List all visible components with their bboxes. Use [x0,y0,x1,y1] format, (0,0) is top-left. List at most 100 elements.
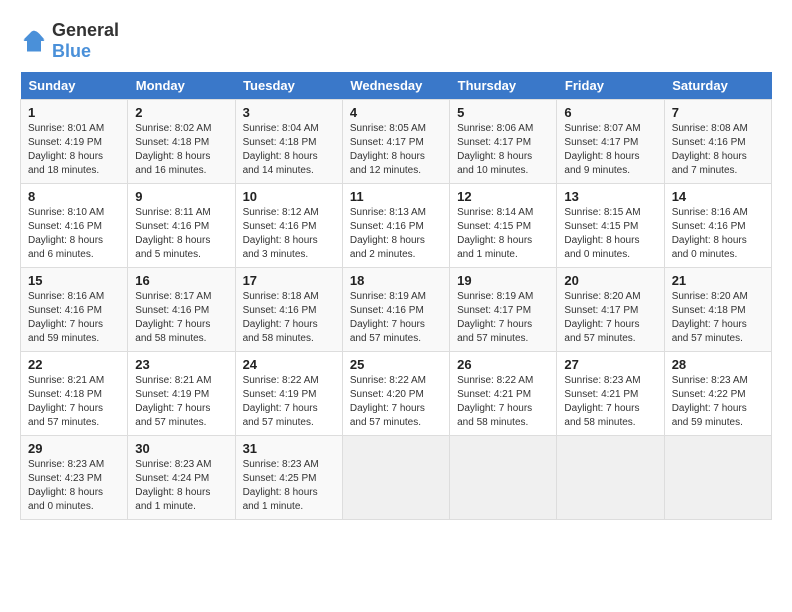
cell-week3-day5: 19 Sunrise: 8:19 AM Sunset: 4:17 PM Dayl… [450,268,557,352]
day-number: 20 [564,273,656,288]
day-info: Sunrise: 8:05 AM Sunset: 4:17 PM Dayligh… [350,122,442,178]
cell-week2-day4: 11 Sunrise: 8:13 AM Sunset: 4:16 PM Dayl… [342,184,449,268]
cell-week3-day7: 21 Sunrise: 8:20 AM Sunset: 4:18 PM Dayl… [664,268,771,352]
day-number: 5 [457,105,549,120]
day-number: 9 [135,189,227,204]
logo-blue: Blue [52,41,91,61]
header-row: SundayMondayTuesdayWednesdayThursdayFrid… [21,72,772,100]
cell-week4-day5: 26 Sunrise: 8:22 AM Sunset: 4:21 PM Dayl… [450,352,557,436]
calendar-table: SundayMondayTuesdayWednesdayThursdayFrid… [20,72,772,520]
cell-week5-day2: 30 Sunrise: 8:23 AM Sunset: 4:24 PM Dayl… [128,436,235,520]
cell-week1-day1: 1 Sunrise: 8:01 AM Sunset: 4:19 PM Dayli… [21,100,128,184]
day-number: 3 [243,105,335,120]
day-number: 2 [135,105,227,120]
day-number: 18 [350,273,442,288]
week-row-5: 29 Sunrise: 8:23 AM Sunset: 4:23 PM Dayl… [21,436,772,520]
day-info: Sunrise: 8:02 AM Sunset: 4:18 PM Dayligh… [135,122,227,178]
cell-week1-day4: 4 Sunrise: 8:05 AM Sunset: 4:17 PM Dayli… [342,100,449,184]
day-number: 27 [564,357,656,372]
day-number: 10 [243,189,335,204]
day-info: Sunrise: 8:07 AM Sunset: 4:17 PM Dayligh… [564,122,656,178]
day-number: 15 [28,273,120,288]
day-info: Sunrise: 8:16 AM Sunset: 4:16 PM Dayligh… [28,290,120,346]
cell-week4-day7: 28 Sunrise: 8:23 AM Sunset: 4:22 PM Dayl… [664,352,771,436]
header-wednesday: Wednesday [342,72,449,100]
cell-week5-day3: 31 Sunrise: 8:23 AM Sunset: 4:25 PM Dayl… [235,436,342,520]
cell-week3-day6: 20 Sunrise: 8:20 AM Sunset: 4:17 PM Dayl… [557,268,664,352]
day-number: 26 [457,357,549,372]
cell-week2-day1: 8 Sunrise: 8:10 AM Sunset: 4:16 PM Dayli… [21,184,128,268]
day-info: Sunrise: 8:22 AM Sunset: 4:20 PM Dayligh… [350,374,442,430]
day-number: 21 [672,273,764,288]
day-number: 1 [28,105,120,120]
day-info: Sunrise: 8:13 AM Sunset: 4:16 PM Dayligh… [350,206,442,262]
day-info: Sunrise: 8:19 AM Sunset: 4:17 PM Dayligh… [457,290,549,346]
day-number: 4 [350,105,442,120]
day-info: Sunrise: 8:20 AM Sunset: 4:18 PM Dayligh… [672,290,764,346]
cell-week5-day5 [450,436,557,520]
week-row-3: 15 Sunrise: 8:16 AM Sunset: 4:16 PM Dayl… [21,268,772,352]
day-number: 13 [564,189,656,204]
day-info: Sunrise: 8:10 AM Sunset: 4:16 PM Dayligh… [28,206,120,262]
day-info: Sunrise: 8:16 AM Sunset: 4:16 PM Dayligh… [672,206,764,262]
cell-week1-day5: 5 Sunrise: 8:06 AM Sunset: 4:17 PM Dayli… [450,100,557,184]
day-number: 31 [243,441,335,456]
header-thursday: Thursday [450,72,557,100]
day-number: 25 [350,357,442,372]
day-number: 6 [564,105,656,120]
day-info: Sunrise: 8:23 AM Sunset: 4:21 PM Dayligh… [564,374,656,430]
day-number: 28 [672,357,764,372]
header-sunday: Sunday [21,72,128,100]
day-info: Sunrise: 8:17 AM Sunset: 4:16 PM Dayligh… [135,290,227,346]
cell-week4-day3: 24 Sunrise: 8:22 AM Sunset: 4:19 PM Dayl… [235,352,342,436]
day-info: Sunrise: 8:19 AM Sunset: 4:16 PM Dayligh… [350,290,442,346]
day-number: 24 [243,357,335,372]
day-info: Sunrise: 8:20 AM Sunset: 4:17 PM Dayligh… [564,290,656,346]
page-header: General Blue [20,20,772,62]
day-number: 8 [28,189,120,204]
day-info: Sunrise: 8:01 AM Sunset: 4:19 PM Dayligh… [28,122,120,178]
cell-week4-day6: 27 Sunrise: 8:23 AM Sunset: 4:21 PM Dayl… [557,352,664,436]
cell-week4-day2: 23 Sunrise: 8:21 AM Sunset: 4:19 PM Dayl… [128,352,235,436]
cell-week2-day5: 12 Sunrise: 8:14 AM Sunset: 4:15 PM Dayl… [450,184,557,268]
cell-week5-day4 [342,436,449,520]
day-number: 14 [672,189,764,204]
cell-week1-day2: 2 Sunrise: 8:02 AM Sunset: 4:18 PM Dayli… [128,100,235,184]
day-info: Sunrise: 8:18 AM Sunset: 4:16 PM Dayligh… [243,290,335,346]
logo-general: General [52,20,119,40]
header-tuesday: Tuesday [235,72,342,100]
day-number: 23 [135,357,227,372]
day-info: Sunrise: 8:23 AM Sunset: 4:23 PM Dayligh… [28,458,120,514]
header-monday: Monday [128,72,235,100]
day-info: Sunrise: 8:14 AM Sunset: 4:15 PM Dayligh… [457,206,549,262]
day-number: 11 [350,189,442,204]
cell-week1-day7: 7 Sunrise: 8:08 AM Sunset: 4:16 PM Dayli… [664,100,771,184]
cell-week2-day6: 13 Sunrise: 8:15 AM Sunset: 4:15 PM Dayl… [557,184,664,268]
day-info: Sunrise: 8:22 AM Sunset: 4:21 PM Dayligh… [457,374,549,430]
day-number: 16 [135,273,227,288]
cell-week3-day2: 16 Sunrise: 8:17 AM Sunset: 4:16 PM Dayl… [128,268,235,352]
cell-week3-day1: 15 Sunrise: 8:16 AM Sunset: 4:16 PM Dayl… [21,268,128,352]
day-number: 30 [135,441,227,456]
cell-week2-day3: 10 Sunrise: 8:12 AM Sunset: 4:16 PM Dayl… [235,184,342,268]
day-number: 7 [672,105,764,120]
logo: General Blue [20,20,119,62]
day-info: Sunrise: 8:11 AM Sunset: 4:16 PM Dayligh… [135,206,227,262]
cell-week5-day7 [664,436,771,520]
cell-week5-day1: 29 Sunrise: 8:23 AM Sunset: 4:23 PM Dayl… [21,436,128,520]
cell-week3-day4: 18 Sunrise: 8:19 AM Sunset: 4:16 PM Dayl… [342,268,449,352]
cell-week4-day4: 25 Sunrise: 8:22 AM Sunset: 4:20 PM Dayl… [342,352,449,436]
cell-week1-day6: 6 Sunrise: 8:07 AM Sunset: 4:17 PM Dayli… [557,100,664,184]
cell-week1-day3: 3 Sunrise: 8:04 AM Sunset: 4:18 PM Dayli… [235,100,342,184]
logo-text-block: General Blue [52,20,119,62]
logo-icon [20,27,48,55]
day-number: 19 [457,273,549,288]
day-info: Sunrise: 8:04 AM Sunset: 4:18 PM Dayligh… [243,122,335,178]
header-friday: Friday [557,72,664,100]
cell-week5-day6 [557,436,664,520]
day-info: Sunrise: 8:23 AM Sunset: 4:22 PM Dayligh… [672,374,764,430]
day-info: Sunrise: 8:22 AM Sunset: 4:19 PM Dayligh… [243,374,335,430]
day-info: Sunrise: 8:23 AM Sunset: 4:24 PM Dayligh… [135,458,227,514]
cell-week3-day3: 17 Sunrise: 8:18 AM Sunset: 4:16 PM Dayl… [235,268,342,352]
day-info: Sunrise: 8:21 AM Sunset: 4:19 PM Dayligh… [135,374,227,430]
